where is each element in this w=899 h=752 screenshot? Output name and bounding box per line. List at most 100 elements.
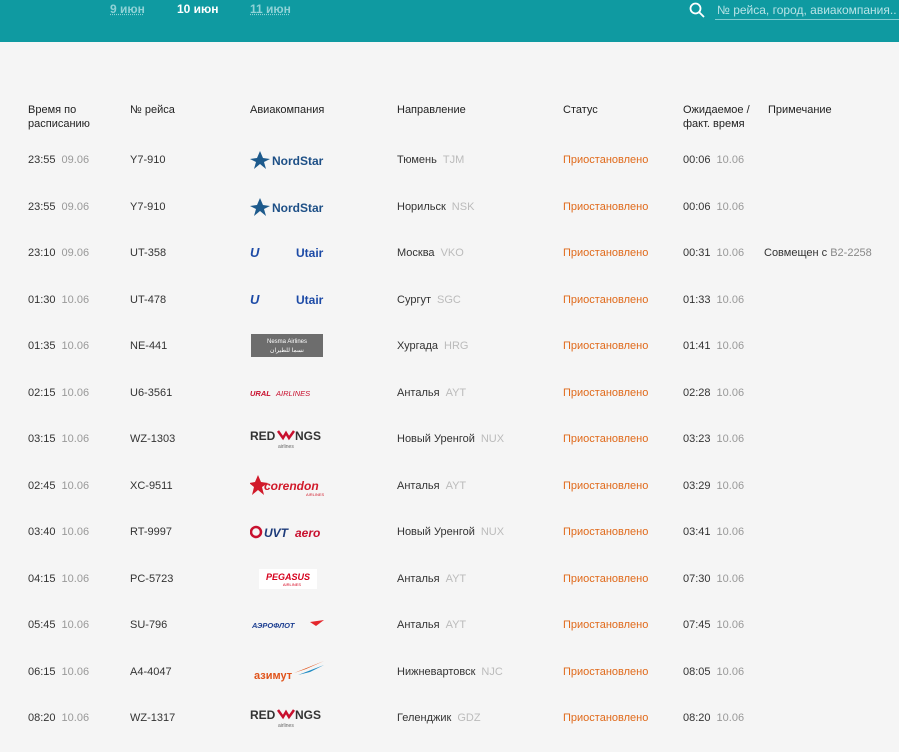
- top-bar: 9 июн 10 июн 11 июн: [0, 0, 899, 42]
- expected-time: 03:41: [683, 526, 711, 538]
- status-badge: Приостановлено: [563, 200, 649, 213]
- svg-text:АЭРОФЛОТ: АЭРОФЛОТ: [251, 621, 296, 630]
- table-row[interactable]: 05:45 10.06 SU-796 АЭРОФЛОТ Анталья AYT Приост…: [0, 602, 899, 648]
- table-row[interactable]: 06:15 10.06 A4-4047 азимут Нижневартовск NJC П…: [0, 649, 899, 695]
- table-row[interactable]: 23:55 09.06 Y7-910 NordStar Норильск NSK Приос…: [0, 184, 899, 230]
- table-row[interactable]: 01:35 10.06 NE-441 Nesma Airlines نسما للطير…: [0, 323, 899, 369]
- expected-time: 08:05: [683, 665, 711, 678]
- status-badge: Приостановлено: [563, 154, 649, 166]
- scheduled-time: 08:20: [28, 712, 56, 724]
- col-header-status: Статус: [563, 104, 598, 116]
- scheduled-date: 10.06: [61, 619, 90, 631]
- airline-logo: PEGASUS AIRLINES: [250, 566, 326, 592]
- airline-logo: NordStar: [250, 147, 326, 173]
- scheduled-time-cell: 02:45 10.06: [28, 463, 89, 509]
- date-tab-11[interactable]: 11 июн: [250, 2, 291, 16]
- expected-time-cell: 03:23 10.06: [683, 416, 744, 462]
- expected-time: 07:45: [683, 619, 711, 631]
- flight-number[interactable]: SU-796: [130, 602, 167, 648]
- table-row[interactable]: 02:15 10.06 U6-3561 URAL AIRLINES Анталья AYT П…: [0, 370, 899, 416]
- airline-logo: Nesma Airlines نسما للطيران: [250, 333, 326, 359]
- airport-code: NSK: [451, 200, 475, 213]
- destination-city: Анталья: [397, 479, 440, 492]
- search-icon[interactable]: [689, 2, 705, 18]
- expected-time-cell: 08:05 10.06: [683, 649, 744, 695]
- scheduled-time-cell: 01:30 10.06: [28, 277, 89, 323]
- airline-logo: U Utair: [250, 287, 326, 313]
- expected-time: 01:33: [683, 293, 711, 306]
- airport-code: HRG: [444, 340, 469, 352]
- airline-logo: UVT aero: [249, 519, 326, 545]
- expected-time-cell: 08:20 10.06: [683, 695, 744, 741]
- expected-time-cell: 01:33 10.06: [683, 277, 744, 323]
- destination-city: Норильск: [397, 200, 446, 213]
- flight-number[interactable]: U6-3561: [130, 370, 172, 416]
- status-badge: Приостановлено: [563, 340, 649, 352]
- flight-number[interactable]: A4-4047: [130, 649, 172, 695]
- airline-logo: NordStar: [250, 194, 326, 220]
- expected-date: 10.06: [716, 479, 745, 492]
- expected-date: 10.06: [716, 293, 745, 306]
- expected-time-cell: 03:41 10.06: [683, 509, 744, 555]
- scheduled-date: 10.06: [61, 712, 90, 724]
- scheduled-time: 04:15: [28, 572, 56, 585]
- date-tab-10[interactable]: 10 июн: [177, 2, 219, 16]
- scheduled-time: 02:15: [28, 386, 56, 399]
- airport-code: GDZ: [457, 712, 481, 724]
- expected-date: 10.06: [716, 433, 745, 445]
- destination-cell: Анталья AYT: [397, 602, 466, 648]
- status-badge: Приостановлено: [563, 572, 649, 585]
- table-row[interactable]: 23:55 09.06 Y7-910 NordStar Тюмень TJM Приоста…: [0, 137, 899, 183]
- svg-text:Nesma Airlines: Nesma Airlines: [267, 339, 307, 345]
- expected-time: 00:06: [683, 154, 711, 166]
- table-row[interactable]: 03:15 10.06 WZ-1303 RED NGS airlines Новый Уре…: [0, 416, 899, 462]
- scheduled-time-cell: 23:55 09.06: [28, 137, 89, 183]
- destination-cell: Москва VKO: [397, 230, 464, 276]
- date-tab-9[interactable]: 9 июн: [110, 2, 145, 16]
- col-header-airline: Авиакомпания: [250, 104, 325, 116]
- flight-number[interactable]: PC-5723: [130, 556, 173, 602]
- scheduled-time-cell: 01:35 10.06: [28, 323, 89, 369]
- search-input[interactable]: [715, 0, 899, 20]
- scheduled-date: 10.06: [61, 479, 90, 492]
- scheduled-date: 09.06: [61, 154, 90, 166]
- table-row[interactable]: 01:30 10.06 UT-478 U Utair Сургут SGC Приостано…: [0, 277, 899, 323]
- expected-date: 10.06: [716, 526, 745, 538]
- scheduled-time: 03:40: [28, 526, 56, 538]
- airport-code: NUX: [480, 526, 505, 538]
- flight-number[interactable]: UT-358: [130, 230, 166, 276]
- destination-cell: Нижневартовск NJC: [397, 649, 503, 695]
- expected-time: 03:29: [683, 479, 711, 492]
- note-flight-link[interactable]: B2-2258: [830, 247, 872, 259]
- scheduled-date: 10.06: [61, 572, 90, 585]
- scheduled-time: 06:15: [28, 665, 56, 678]
- table-row[interactable]: 03:40 10.06 RT-9997 UVT aero Новый Уренгой NUX…: [0, 509, 899, 555]
- flight-number[interactable]: WZ-1317: [130, 695, 175, 741]
- scheduled-date: 10.06: [61, 293, 90, 306]
- destination-city: Сургут: [397, 293, 431, 306]
- svg-text:AIRLINES: AIRLINES: [306, 492, 325, 497]
- flight-number[interactable]: Y7-910: [130, 184, 165, 230]
- status-badge: Приостановлено: [563, 526, 649, 538]
- flight-number[interactable]: WZ-1303: [130, 416, 175, 462]
- destination-cell: Геленджик GDZ: [397, 695, 481, 741]
- svg-text:NGS: NGS: [295, 708, 321, 722]
- scheduled-time: 01:35: [28, 340, 56, 352]
- table-row[interactable]: 08:20 10.06 WZ-1317 RED NGS airlines Геленджик…: [0, 695, 899, 741]
- table-row[interactable]: 04:15 10.06 PC-5723 PEGASUS AIRLINES Анталья A…: [0, 556, 899, 602]
- airport-code: NJC: [481, 665, 503, 678]
- scheduled-time: 23:55: [28, 200, 56, 213]
- svg-text:URAL: URAL: [250, 389, 271, 398]
- scheduled-time: 23:55: [28, 154, 56, 166]
- flight-number[interactable]: Y7-910: [130, 137, 165, 183]
- col-header-flight-number: № рейса: [130, 104, 175, 116]
- flight-number[interactable]: RT-9997: [130, 509, 172, 555]
- flight-number[interactable]: NE-441: [130, 323, 167, 369]
- scheduled-time: 23:10: [28, 247, 56, 259]
- flight-number[interactable]: UT-478: [130, 277, 166, 323]
- table-row[interactable]: 02:45 10.06 XC-9511 corendon AIRLINES Анталья…: [0, 463, 899, 509]
- svg-text:RED: RED: [250, 708, 276, 722]
- flight-number[interactable]: XC-9511: [130, 463, 173, 509]
- table-row[interactable]: 23:10 09.06 UT-358 U Utair Москва VKO Приостано…: [0, 230, 899, 276]
- status-badge: Приостановлено: [563, 433, 649, 445]
